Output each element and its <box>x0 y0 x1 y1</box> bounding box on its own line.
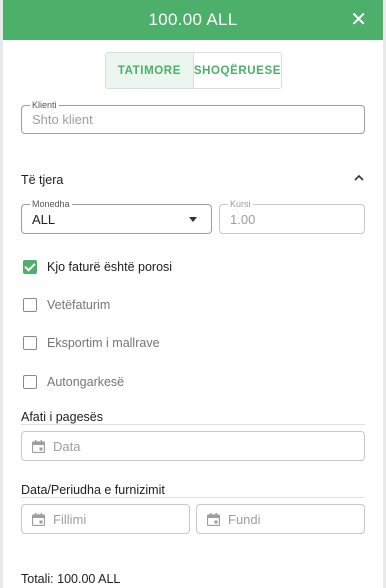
checkbox-box[interactable] <box>23 336 37 350</box>
divider <box>21 424 365 425</box>
checkbox-export-label: Eksportim i mallrave <box>47 336 160 350</box>
client-field[interactable]: Klienti Shto klient <box>21 99 365 134</box>
header-bar: 100.00 ALL ✕ <box>3 0 383 40</box>
divider <box>21 497 365 498</box>
currency-value: ALL <box>32 211 56 227</box>
tab-tatimore[interactable]: TATIMORE <box>106 53 193 88</box>
calendar-icon <box>32 512 45 526</box>
rate-field[interactable]: Kursi 1.00 <box>219 198 365 234</box>
supply-period-title: Data/Periudha e furnizimit <box>21 483 165 497</box>
close-icon[interactable]: ✕ <box>350 0 367 40</box>
chevron-up-icon[interactable] <box>353 172 365 184</box>
supply-start-field[interactable]: Fillimi <box>21 504 190 534</box>
invoice-type-toggle: TATIMORE SHOQËRUESE <box>105 52 282 89</box>
dropdown-arrow-icon <box>189 217 197 222</box>
other-section-title: Të tjera <box>21 173 64 187</box>
calendar-icon <box>207 512 220 526</box>
check-icon[interactable] <box>23 260 37 274</box>
supply-start-placeholder: Fillimi <box>53 511 87 527</box>
due-date-input: Data <box>32 432 80 460</box>
checkbox-export[interactable]: Eksportim i mallrave <box>23 336 160 350</box>
checkbox-reverse-charge-label: Autongarkesë <box>47 375 125 389</box>
supply-end-placeholder: Fundi <box>228 511 261 527</box>
due-date-title: Afati i pagesës <box>21 410 103 424</box>
checkbox-self-invoice[interactable]: Vetëfaturim <box>23 298 110 312</box>
checkbox-self-invoice-label: Vetëfaturim <box>47 298 111 312</box>
tab-shoqeruese[interactable]: SHOQËRUESE <box>192 53 281 88</box>
calendar-icon <box>32 439 45 453</box>
rate-value: 1.00 <box>230 211 256 227</box>
checkbox-box[interactable] <box>23 298 37 312</box>
invoice-panel: 100.00 ALL ✕ TATIMORE SHOQËRUESE Klienti… <box>3 0 383 588</box>
due-date-field[interactable]: Data <box>21 431 365 461</box>
checkbox-order[interactable]: Kjo faturë është porosi <box>23 260 172 274</box>
total-label: Totali: 100.00 ALL <box>21 572 121 586</box>
header-title: 100.00 ALL <box>148 10 238 29</box>
supply-end-input: Fundi <box>207 505 261 533</box>
checkbox-order-label: Kjo faturë është porosi <box>47 260 173 274</box>
client-input-placeholder: Shto klient <box>32 112 93 127</box>
supply-end-field[interactable]: Fundi <box>196 504 365 534</box>
checkbox-reverse-charge[interactable]: Autongarkesë <box>23 375 124 389</box>
supply-start-input: Fillimi <box>32 505 86 533</box>
checkbox-box[interactable] <box>23 375 37 389</box>
currency-select[interactable]: Monedha ALL <box>21 198 212 234</box>
due-date-placeholder: Data <box>53 438 81 454</box>
